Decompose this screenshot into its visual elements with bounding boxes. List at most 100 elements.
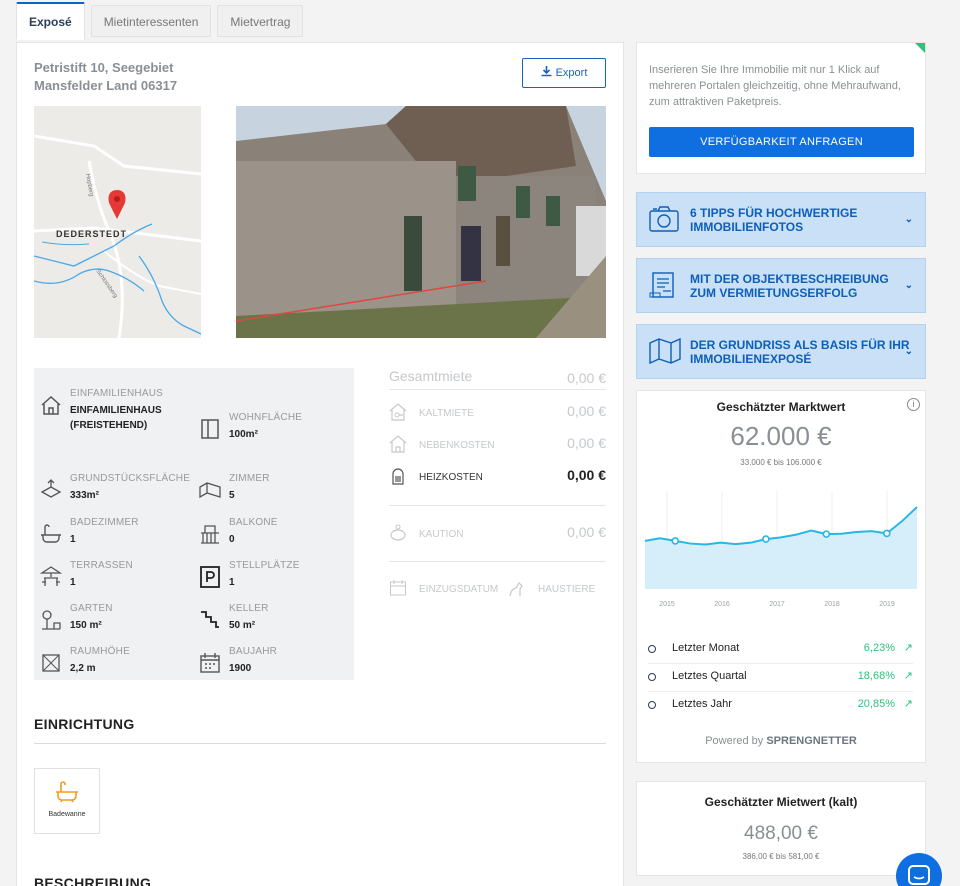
einrichtung-title: EINRICHTUNG	[34, 716, 135, 732]
rent-estimate-title: Geschätzter Mietwert (kalt)	[704, 795, 858, 809]
feature-label: WOHNFLÄCHE	[229, 412, 303, 423]
period-label: Letztes Quartal	[672, 670, 747, 682]
x-tick-label: 2019	[879, 601, 895, 608]
total-rent-label: Gesamtmiete	[389, 368, 473, 384]
download-icon	[541, 66, 552, 80]
rent-estimate-value: 488,00 €	[744, 823, 818, 844]
garden-icon	[40, 609, 62, 631]
address-line2: Mansfelder Land 06317	[34, 78, 178, 93]
house-icon	[40, 394, 62, 416]
accordion-description[interactable]: MIT DER OBJEKTBESCHREIBUNG ZUM VERMIETUN…	[636, 258, 926, 313]
trend-up-icon: ↗	[903, 642, 913, 654]
document-icon	[649, 271, 679, 302]
feature-value: 333m²	[70, 490, 99, 501]
period-row: Letzter Monat 6,23% ↗	[648, 636, 913, 664]
feature-label: RAUMHÖHE	[70, 646, 130, 657]
feature-value: 0	[229, 534, 235, 545]
market-title: Geschätzter Marktwert	[716, 400, 846, 414]
plot-area-icon	[40, 479, 62, 501]
x-tick-label: 2018	[824, 601, 840, 608]
feature-value: 2,2 m	[70, 663, 96, 674]
chevron-down-icon: ⌄	[904, 280, 913, 291]
feature-label: BAUJAHR	[229, 646, 278, 657]
feature-value: 150 m²	[70, 620, 102, 631]
feature-value: EINFAMILIENHAUS (FREISTEHEND)	[70, 405, 162, 431]
feature-label: KELLER	[229, 603, 269, 614]
total-rent-value: 0,00 €	[567, 370, 606, 386]
chevron-down-icon: ⌄	[904, 214, 913, 225]
bathtub-icon	[40, 523, 62, 545]
bullet-icon	[648, 673, 656, 681]
x-tick-label: 2016	[714, 601, 730, 608]
tab-expose[interactable]: Exposé	[16, 2, 85, 40]
terrace-icon	[39, 566, 63, 588]
room-height-icon	[40, 652, 62, 674]
period-row: Letztes Quartal 18,68% ↗	[648, 664, 913, 692]
rent-estimate-card: Geschätzter Mietwert (kalt) 488,00 € 386…	[636, 781, 926, 876]
tab-bar: Exposé Mietinteressenten Mietvertrag	[16, 2, 304, 40]
chart-point[interactable]	[882, 529, 891, 538]
x-tick-label: 2017	[769, 601, 785, 608]
floor-area-icon	[199, 418, 221, 440]
feature-label: TERRASSEN	[70, 560, 133, 571]
feature-value: 1	[229, 577, 235, 588]
feature-value: 1	[70, 534, 76, 545]
rent-estimate-range: 386,00 € bis 581,00 €	[742, 852, 820, 861]
promo-card: Inserieren Sie Ihre Immobilie mit nur 1 …	[636, 42, 926, 174]
chart-area	[645, 507, 917, 589]
balcony-icon	[199, 523, 221, 545]
accordion-photo-tips[interactable]: 6 TIPPS FÜR HOCHWERTIGE IMMOBILIENFOTOS …	[636, 192, 926, 247]
powered-by: Powered by SPRENGNETTER	[705, 735, 857, 747]
feature-label: STELLPLÄTZE	[229, 560, 300, 571]
availability-button[interactable]: VERFÜGBARKEIT ANFRAGEN	[649, 127, 914, 157]
bathtub-icon	[55, 781, 79, 808]
trend-up-icon: ↗	[903, 698, 913, 710]
period-row: Letztes Jahr 20,85% ↗	[648, 692, 913, 720]
feature-label: BALKONE	[229, 517, 278, 528]
promo-text: Inserieren Sie Ihre Immobilie mit nur 1 …	[649, 64, 901, 108]
bullet-icon	[648, 701, 656, 709]
feature-label: GARTEN	[70, 603, 113, 614]
feature-label: ZIMMER	[229, 473, 270, 484]
address: Petristift 10, Seegebiet Mansfelder Land…	[34, 59, 177, 95]
expose-panel: Petristift 10, Seegebiet Mansfelder Land…	[16, 42, 624, 886]
feature-value: 50 m²	[229, 620, 256, 631]
rooms-icon	[199, 479, 221, 501]
export-label: Export	[555, 67, 588, 79]
tab-mietvertrag[interactable]: Mietvertrag	[217, 5, 304, 37]
property-photo[interactable]	[236, 106, 606, 338]
chat-icon	[908, 865, 930, 886]
feature-label: EINFAMILIENHAUS	[70, 388, 164, 399]
tab-mietinteressenten[interactable]: Mietinteressenten	[90, 5, 212, 37]
feature-value: 1	[70, 577, 76, 588]
market-range: 33.000 € bis 106.000 €	[740, 458, 822, 467]
chart-point[interactable]	[671, 537, 680, 545]
chart-point[interactable]	[762, 535, 770, 543]
period-value: 20,85%	[857, 698, 895, 710]
period-label: Letzter Monat	[672, 642, 740, 654]
calendar-icon	[199, 652, 221, 674]
beschreibung-title: BESCHREIBUNG	[34, 875, 152, 886]
info-icon[interactable]: i	[907, 398, 920, 411]
x-tick-label: 2015	[659, 601, 675, 608]
chart-point[interactable]	[822, 530, 831, 538]
pet-icon	[508, 579, 526, 600]
bullet-icon	[648, 645, 656, 653]
chat-launcher-button[interactable]	[896, 853, 942, 886]
camera-icon	[649, 205, 679, 236]
corner-flag	[915, 43, 925, 53]
location-map[interactable]: DEDERSTEDT Hopberg Schlossberg	[34, 106, 201, 338]
cellar-icon	[199, 609, 221, 631]
feature-label: BADEZIMMER	[70, 517, 139, 528]
period-value: 6,23%	[863, 642, 895, 654]
export-button[interactable]: Export	[522, 58, 606, 88]
accordion-floorplan[interactable]: DER GRUNDRISS ALS BASIS FÜR IHR IMMOBILI…	[636, 324, 926, 379]
chevron-down-icon: ⌄	[904, 346, 913, 357]
feature-value: 1900	[229, 663, 252, 674]
feature-value: 100m²	[229, 429, 258, 440]
amenity-bathtub[interactable]: Badewanne	[34, 768, 100, 834]
trend-up-icon: ↗	[903, 670, 913, 682]
house-key-icon	[389, 403, 407, 424]
features-panel: EINFAMILIENHAUS EINFAMILIENHAUS (FREISTEHE…	[34, 368, 354, 680]
period-label: Letztes Jahr	[672, 698, 732, 710]
